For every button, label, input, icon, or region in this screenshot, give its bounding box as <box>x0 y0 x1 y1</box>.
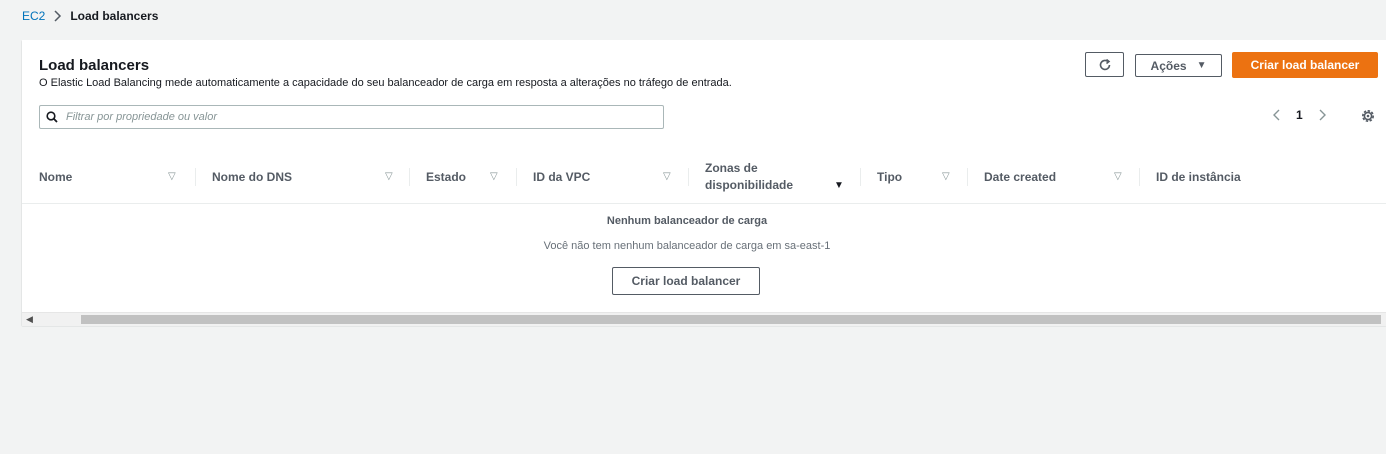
column-header-type[interactable]: Tipo ▽ <box>861 150 968 203</box>
column-header-name[interactable]: Nome ▽ <box>22 150 196 203</box>
table-header: Nome ▽ Nome do DNS ▽ Estado ▽ ID da VPC … <box>22 150 1386 204</box>
column-header-instance[interactable]: ID de instância <box>1140 150 1386 203</box>
column-label: Nome <box>39 169 73 184</box>
pagination: 1 <box>1272 108 1327 122</box>
scrollbar-thumb[interactable] <box>81 315 1381 324</box>
column-label: ID da VPC <box>533 169 591 184</box>
column-label: Tipo <box>877 169 903 184</box>
sort-icon[interactable]: ▽ <box>663 171 671 182</box>
page-number[interactable]: 1 <box>1296 108 1303 122</box>
chevron-right-icon <box>53 10 62 22</box>
breadcrumb-current: Load balancers <box>70 9 159 23</box>
empty-state-message: Você não tem nenhum balanceador de carga… <box>543 240 831 252</box>
sort-icon[interactable]: ▽ <box>1114 171 1122 182</box>
sort-descending-icon[interactable]: ▼ <box>834 180 844 191</box>
sort-icon[interactable]: ▽ <box>942 171 950 182</box>
search-icon <box>46 111 58 123</box>
column-label: Zonas de disponibilidade <box>705 160 793 194</box>
actions-label: Ações <box>1150 58 1187 73</box>
column-label: ID de instância <box>1156 169 1241 184</box>
column-label-line2: disponibilidade <box>705 177 794 192</box>
breadcrumb: EC2 Load balancers <box>22 9 158 23</box>
page-description: O Elastic Load Balancing mede automatica… <box>39 77 732 89</box>
breadcrumb-link-ec2[interactable]: EC2 <box>22 9 45 23</box>
empty-state-title: Nenhum balanceador de carga <box>606 215 768 227</box>
column-label: Date created <box>984 169 1057 184</box>
filter-input-wrapper[interactable] <box>39 105 664 129</box>
column-label: Nome do DNS <box>212 169 293 184</box>
sort-icon[interactable]: ▽ <box>168 171 176 182</box>
column-label-line1: Zonas de <box>705 160 758 175</box>
chevron-right-icon[interactable] <box>1317 108 1327 122</box>
column-header-created[interactable]: Date created ▽ <box>968 150 1140 203</box>
actions-dropdown-button[interactable]: Ações ▼ <box>1135 54 1222 77</box>
refresh-button[interactable] <box>1085 52 1124 77</box>
filter-input[interactable] <box>64 110 648 124</box>
refresh-icon <box>1098 58 1112 72</box>
horizontal-scrollbar[interactable]: ◀ <box>22 312 1386 326</box>
sort-icon[interactable]: ▽ <box>385 171 393 182</box>
column-label: Estado <box>426 169 467 184</box>
empty-state-create-button[interactable]: Criar load balancer <box>612 267 760 295</box>
sort-icon[interactable]: ▽ <box>490 171 498 182</box>
settings-icon[interactable] <box>1360 108 1376 124</box>
column-header-zones[interactable]: Zonas de disponibilidade ▼ <box>689 150 861 203</box>
column-header-state[interactable]: Estado ▽ <box>410 150 517 203</box>
scroll-left-icon[interactable]: ◀ <box>26 314 33 325</box>
caret-down-icon: ▼ <box>1196 60 1207 71</box>
page-title: Load balancers <box>39 57 150 74</box>
column-header-dns[interactable]: Nome do DNS ▽ <box>196 150 410 203</box>
create-load-balancer-button[interactable]: Criar load balancer <box>1232 52 1378 78</box>
load-balancers-panel: Load balancers O Elastic Load Balancing … <box>22 40 1386 326</box>
column-header-vpc[interactable]: ID da VPC ▽ <box>517 150 689 203</box>
chevron-left-icon[interactable] <box>1272 108 1282 122</box>
